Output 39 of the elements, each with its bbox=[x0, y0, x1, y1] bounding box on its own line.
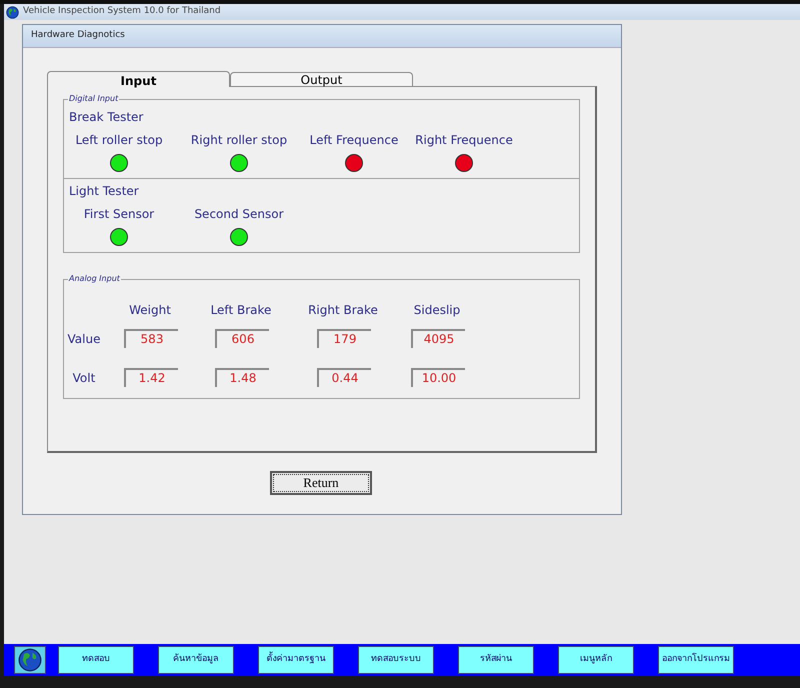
globe-icon bbox=[18, 648, 42, 672]
group-legend: Analog Input bbox=[68, 273, 121, 285]
globe-button[interactable] bbox=[14, 646, 46, 674]
readout-field: 1.48 bbox=[215, 368, 269, 387]
group-title: Break Tester bbox=[69, 109, 144, 126]
readout-field: 1.42 bbox=[124, 368, 178, 387]
taskbar-button[interactable]: ทดสอบ bbox=[58, 646, 134, 674]
signal-label: Left roller stop bbox=[75, 132, 163, 149]
signal-label: Right roller stop bbox=[190, 132, 288, 149]
column-header: Right Brake bbox=[307, 302, 379, 319]
readout-field: 583 bbox=[124, 329, 178, 348]
window-title: Vehicle Inspection System 10.0 for Thailand bbox=[23, 5, 221, 18]
group-title: Light Tester bbox=[69, 183, 140, 200]
taskbar-button[interactable]: ค้นหาข้อมูล bbox=[158, 646, 234, 674]
taskbar-button[interactable]: ทดสอบระบบ bbox=[358, 646, 434, 674]
tab[interactable]: Input bbox=[47, 71, 230, 87]
signal-label: Left Frequence bbox=[310, 132, 398, 149]
signal-label: Right Frequence bbox=[415, 132, 513, 149]
readout-field: 606 bbox=[215, 329, 269, 348]
readout-field: 0.44 bbox=[317, 368, 371, 387]
readout-field: 179 bbox=[317, 329, 371, 348]
signal-label: First Sensor bbox=[84, 206, 154, 223]
row-label: Volt bbox=[72, 370, 96, 387]
taskbar-button[interactable]: เมนูหลัก bbox=[558, 646, 634, 674]
taskbar-button[interactable]: ตั้งค่ามาตรฐาน bbox=[258, 646, 334, 674]
dialog-title: Hardware Diagnotics bbox=[31, 29, 125, 42]
taskbar-button[interactable]: ออกจากโปรแกรม bbox=[658, 646, 734, 674]
column-header: Sideslip bbox=[412, 302, 462, 319]
tab[interactable]: Output bbox=[230, 72, 413, 86]
readout-field: 4095 bbox=[411, 329, 465, 348]
column-header: Left Brake bbox=[210, 302, 272, 319]
readout-field: 10.00 bbox=[411, 368, 465, 387]
return-button[interactable]: Return bbox=[270, 471, 372, 495]
group-legend: Digital Input bbox=[68, 93, 120, 105]
globe-icon bbox=[6, 6, 19, 18]
row-label: Value bbox=[66, 331, 102, 348]
column-header: Weight bbox=[128, 302, 172, 319]
taskbar-button[interactable]: รหัสผ่าน bbox=[458, 646, 534, 674]
signal-label: Second Sensor bbox=[194, 206, 284, 223]
